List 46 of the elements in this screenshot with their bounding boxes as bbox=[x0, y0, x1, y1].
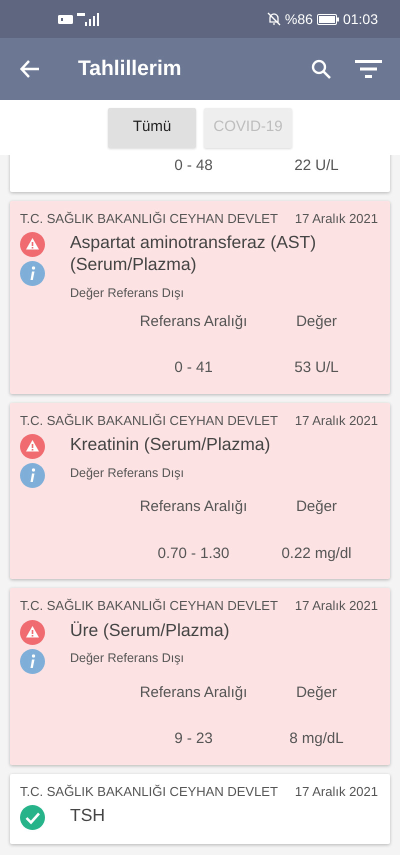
test-name: TSH bbox=[70, 805, 106, 827]
warning-icon bbox=[20, 434, 45, 459]
warning-icon bbox=[20, 620, 45, 644]
reference-range: 0 - 48 bbox=[173, 156, 214, 176]
info-icon[interactable] bbox=[20, 261, 45, 286]
battery-icon bbox=[316, 14, 339, 24]
back-arrow-icon[interactable] bbox=[20, 60, 40, 78]
result-date: 17 Aralık 2021 bbox=[294, 782, 378, 800]
column-header: Değer bbox=[295, 497, 338, 517]
column-header: Değer bbox=[295, 682, 338, 702]
result-value: 8 mg/dL bbox=[288, 729, 345, 749]
institution-name: T.C. SAĞLIK BAKANLIĞI CEYHAN DEVLET bbox=[20, 782, 278, 800]
result-value: 0.22 mg/dl bbox=[280, 544, 353, 564]
status-text: Değer Referans Dışı bbox=[70, 284, 185, 302]
test-name: Aspartat aminotransferaz (AST) (Serum/Plazma) bbox=[70, 232, 318, 276]
bell-off-icon bbox=[266, 12, 281, 26]
screen-title: Tahlillerim bbox=[78, 56, 182, 82]
reference-range: 0.70 - 1.30 bbox=[156, 544, 230, 564]
reference-range: 9 - 23 bbox=[173, 729, 214, 749]
search-icon[interactable] bbox=[311, 59, 331, 79]
column-header: Referans Aralığı bbox=[138, 497, 248, 517]
info-icon[interactable] bbox=[20, 463, 45, 488]
status-text: Değer Referans Dışı bbox=[70, 650, 185, 668]
institution-name: T.C. SAĞLIK BAKANLIĞI CEYHAN DEVLET bbox=[20, 412, 278, 430]
clock-time: 01:03 bbox=[342, 10, 378, 28]
institution-name: T.C. SAĞLIK BAKANLIĞI CEYHAN DEVLET bbox=[20, 210, 278, 228]
status-text: Değer Referans Dışı bbox=[70, 464, 185, 482]
result-date: 17 Aralık 2021 bbox=[294, 412, 378, 430]
result-date: 17 Aralık 2021 bbox=[294, 597, 378, 615]
test-name: Kreatinin (Serum/Plazma) bbox=[70, 434, 272, 456]
column-header: Referans Aralığı bbox=[138, 312, 248, 332]
info-icon[interactable] bbox=[20, 648, 45, 674]
check-icon bbox=[20, 805, 45, 830]
result-date: 17 Aralık 2021 bbox=[294, 210, 378, 228]
column-header: Değer bbox=[295, 312, 338, 332]
filter-icon[interactable] bbox=[355, 60, 382, 78]
signal-icon bbox=[77, 12, 99, 26]
result-value: 22 U/L bbox=[293, 156, 340, 176]
warning-icon bbox=[20, 232, 45, 257]
result-value: 53 U/L bbox=[293, 358, 340, 378]
filter-tab[interactable]: Tümü bbox=[108, 108, 196, 148]
battery-percent: %86 bbox=[284, 10, 313, 28]
column-header: Referans Aralığı bbox=[138, 682, 248, 702]
institution-name: T.C. SAĞLIK BAKANLIĞI CEYHAN DEVLET bbox=[20, 597, 278, 615]
reference-range: 0 - 41 bbox=[173, 358, 214, 378]
test-name: Üre (Serum/Plazma) bbox=[70, 620, 230, 642]
